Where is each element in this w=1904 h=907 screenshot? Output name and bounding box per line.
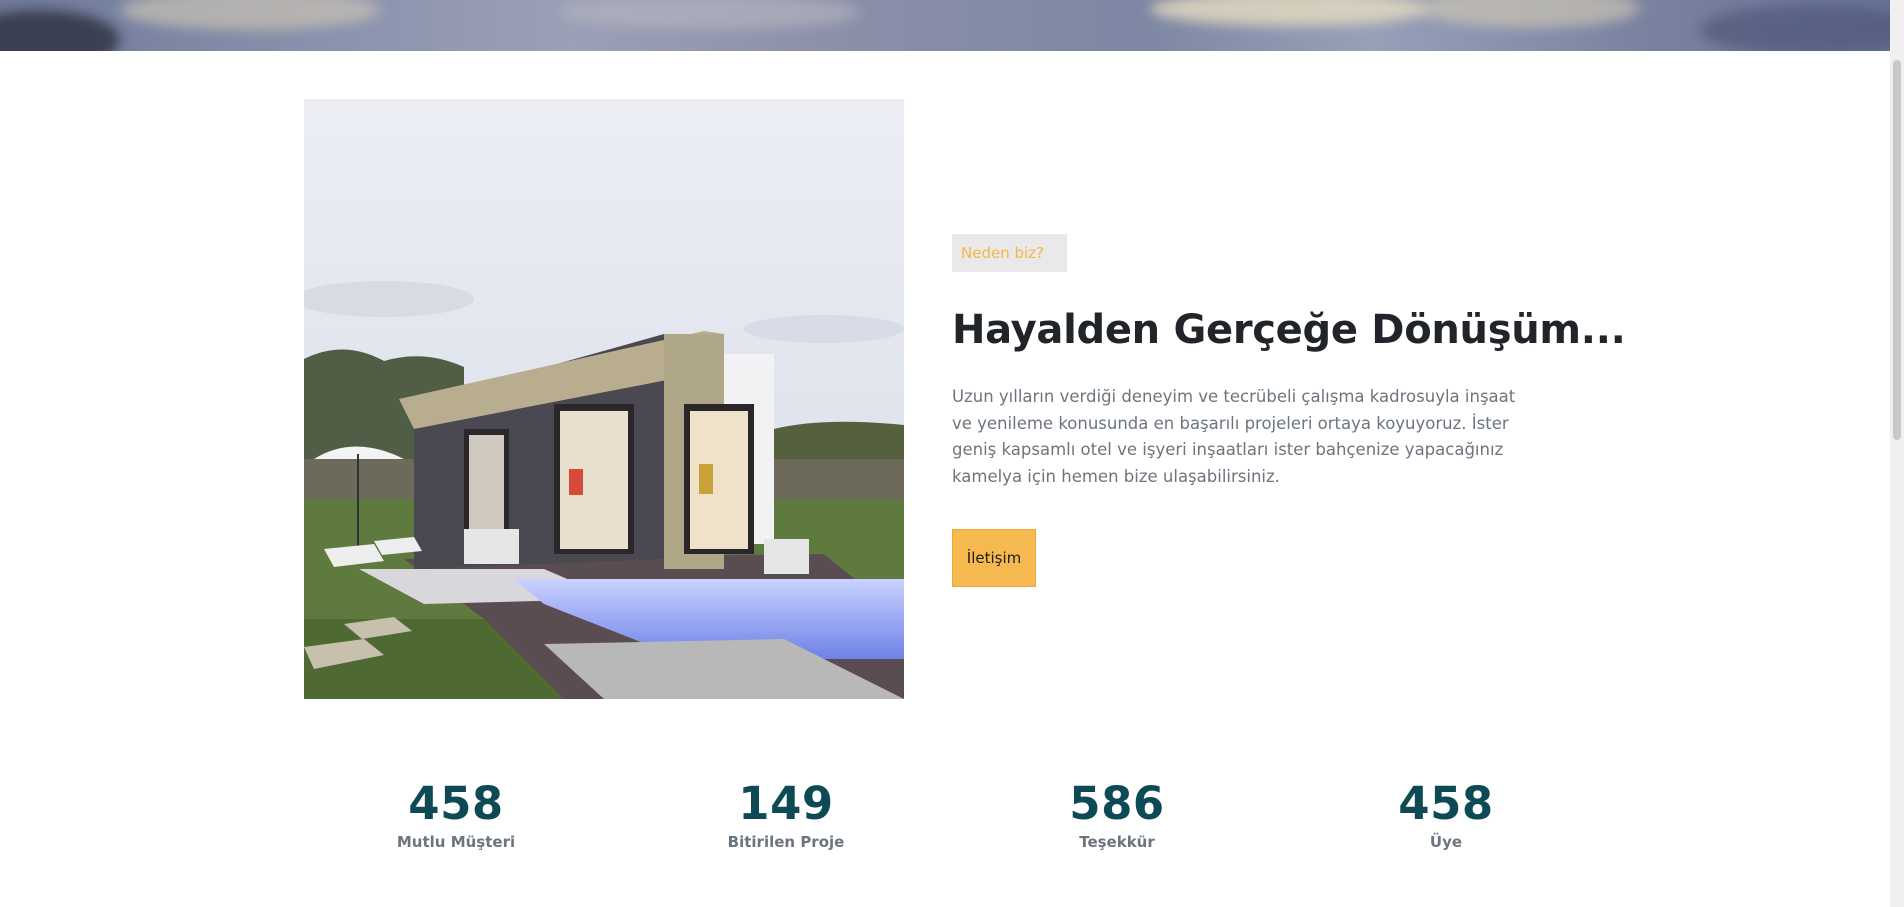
stat-value: 458: [1398, 777, 1494, 830]
stat-label: Bitirilen Proje: [727, 833, 845, 851]
section-description: Uzun yılların verdiği deneyim ve tecrübe…: [952, 387, 1516, 486]
hero-banner-strip: [0, 0, 1904, 51]
contact-button[interactable]: İletişim: [952, 529, 1036, 587]
stat-value: 586: [1069, 777, 1165, 830]
stat-happy-customers: 458 Mutlu Müşteri: [326, 778, 586, 853]
scrollbar-thumb[interactable]: [1893, 60, 1901, 440]
page-scrollbar[interactable]: [1890, 0, 1904, 907]
stat-label: Mutlu Müşteri: [396, 833, 516, 851]
stat-value: 149: [738, 777, 834, 830]
section-eyebrow-badge: Neden biz?: [952, 234, 1067, 272]
modern-house-image: [304, 99, 904, 699]
stat-thanks: 586 Teşekkür: [987, 778, 1247, 853]
stat-value: 458: [408, 777, 504, 830]
stat-label: Teşekkür: [1079, 833, 1155, 851]
stat-label: Üye: [1429, 833, 1463, 851]
section-heading: Hayalden Gerçeğe Dönüşüm...: [952, 307, 1626, 353]
stat-finished-projects: 149 Bitirilen Proje: [656, 778, 916, 853]
stat-members: 458 Üye: [1316, 778, 1576, 853]
